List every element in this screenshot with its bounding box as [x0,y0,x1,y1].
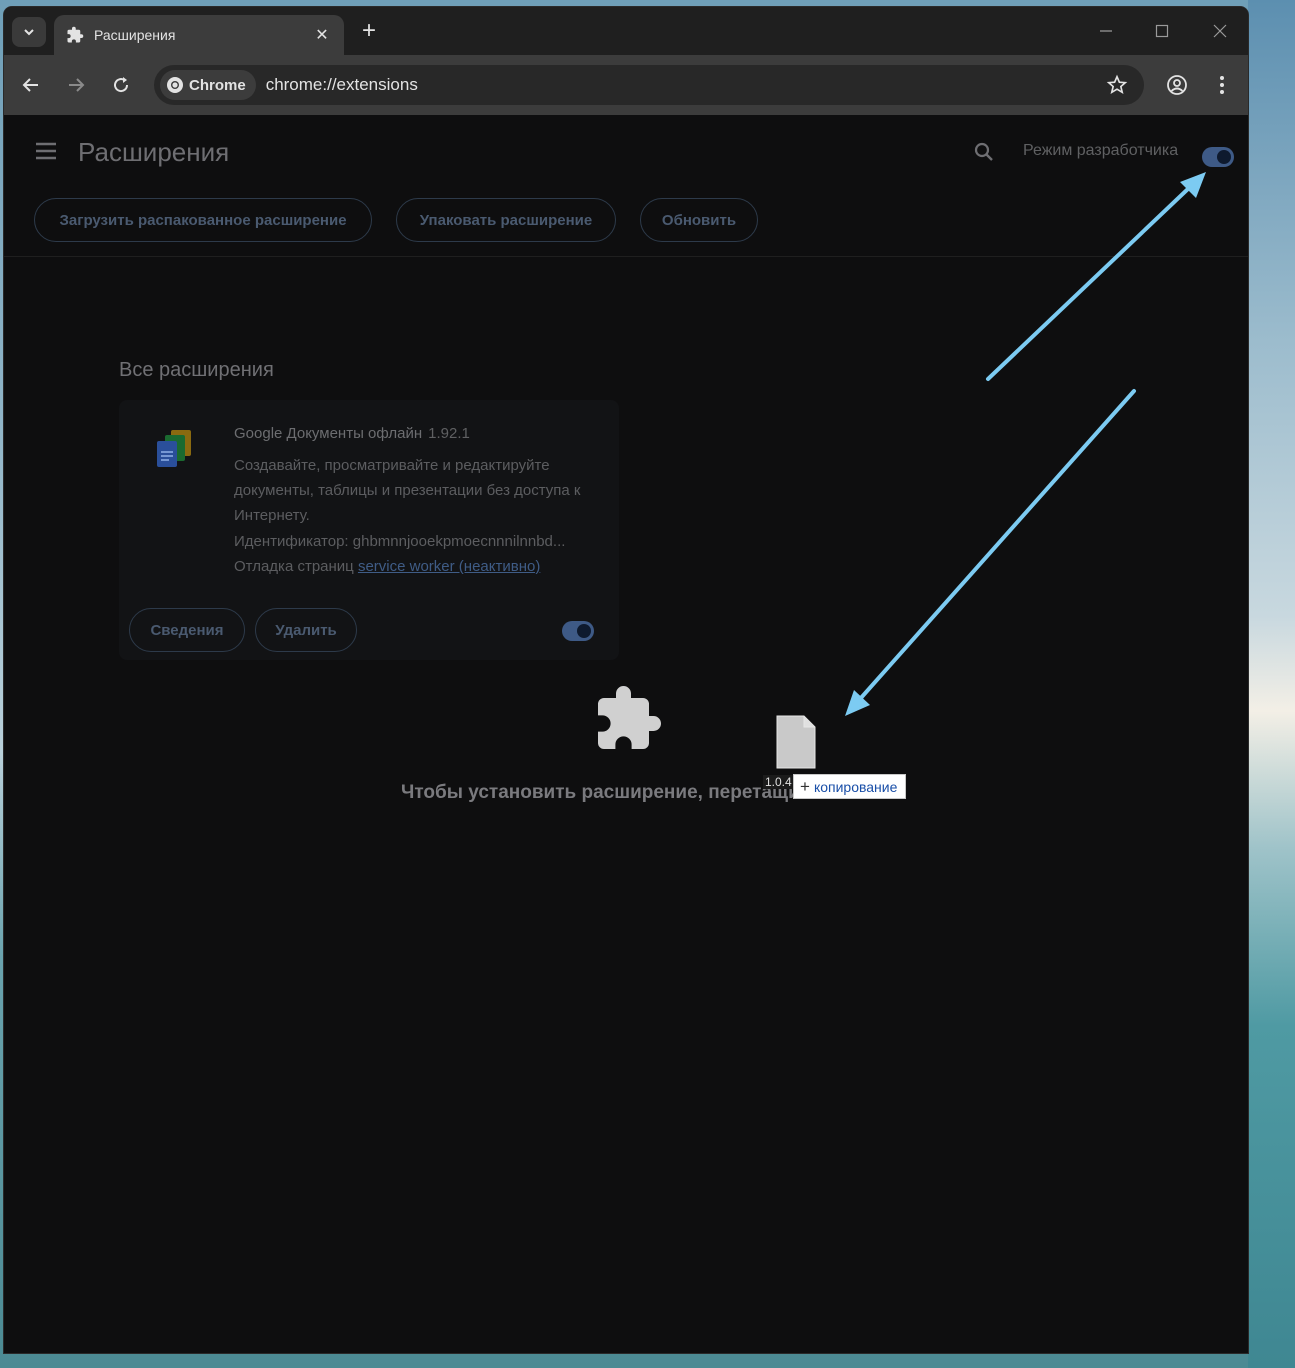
toggle-knob [1217,150,1231,164]
inspect-views-label: Отладка страниц [234,558,354,575]
remove-button[interactable]: Удалить [255,608,357,652]
close-window-button[interactable] [1200,17,1240,45]
arrow-left-icon [22,78,38,92]
large-puzzle-icon [598,686,661,749]
tab-extensions[interactable]: Расширения ✕ [54,15,344,55]
update-button[interactable]: Обновить [640,198,758,242]
account-icon [1167,75,1187,95]
more-vertical-icon [1220,76,1224,94]
extension-name-line: Google Документы офлайн 1.92.1 [234,425,470,442]
extension-id: Идентификатор: ghbmnnjooekpmoecnnnilnnbd… [234,533,566,550]
all-extensions-heading: Все расширения [119,359,274,381]
chevron-down-icon [24,29,34,36]
url-text[interactable]: chrome://extensions [266,75,1102,95]
close-tab-icon[interactable]: ✕ [312,25,332,45]
drag-copy-tooltip: + копирование [793,774,907,799]
dragged-file-icon [776,715,816,769]
site-info-chip[interactable]: Chrome [160,70,256,100]
chrome-icon [167,77,183,93]
browser-window: Расширения ✕ + Chrome chrome://extension… [4,7,1248,1353]
tab-search-button[interactable] [12,17,46,47]
extension-card: Google Документы офлайн 1.92.1 Создавайте… [119,400,619,660]
extension-name: Google Документы офлайн [234,425,423,442]
chip-label: Chrome [189,76,246,94]
menu-button[interactable] [1207,70,1237,100]
close-icon [1213,24,1227,38]
tab-strip: Расширения ✕ + [4,7,1248,55]
minimize-button[interactable] [1086,17,1126,45]
search-icon[interactable] [972,140,996,164]
page-title: Расширения [78,137,230,167]
extensions-header: Расширения Режим разработчика Загрузить … [4,115,1248,257]
developer-mode-toggle[interactable] [1202,147,1234,167]
google-docs-icon [157,430,191,467]
extension-description: Создавайте, просматривайте и редактируйт… [234,457,581,524]
desktop-background [1248,0,1295,1368]
load-unpacked-button[interactable]: Загрузить распакованное расширение [34,198,372,242]
arrow-right-icon [69,78,85,92]
extension-version: 1.92.1 [428,425,470,442]
maximize-icon [1155,24,1169,38]
hamburger-menu-icon[interactable] [34,141,58,161]
plus-icon: + [800,776,810,796]
profile-button[interactable] [1162,70,1192,100]
reload-icon [114,77,129,93]
copy-tooltip-label: копирование [813,778,898,795]
details-button[interactable]: Сведения [129,608,245,652]
service-worker-link[interactable]: service worker (неактивно) [358,558,540,575]
forward-button[interactable] [61,70,91,100]
browser-toolbar: Chrome chrome://extensions [4,55,1248,115]
address-bar[interactable]: Chrome chrome://extensions [154,65,1144,105]
star-icon [1106,74,1128,95]
minimize-icon [1100,30,1112,32]
toggle-knob [577,624,591,638]
maximize-button[interactable] [1142,17,1182,45]
reload-button[interactable] [106,70,136,100]
pack-extension-button[interactable]: Упаковать расширение [396,198,616,242]
developer-mode-label: Режим разработчика [1023,142,1179,159]
extensions-page: Расширения Режим разработчика Загрузить … [4,115,1248,1353]
back-button[interactable] [16,70,46,100]
new-tab-button[interactable]: + [356,19,382,43]
dragged-file-name: 1.0.4 [763,775,794,789]
extension-enable-toggle[interactable] [562,621,594,641]
puzzle-icon [67,26,84,43]
inspect-views: Отладка страниц service worker (неактивн… [234,558,540,575]
bookmark-button[interactable] [1102,74,1132,96]
tab-title: Расширения [94,27,176,43]
